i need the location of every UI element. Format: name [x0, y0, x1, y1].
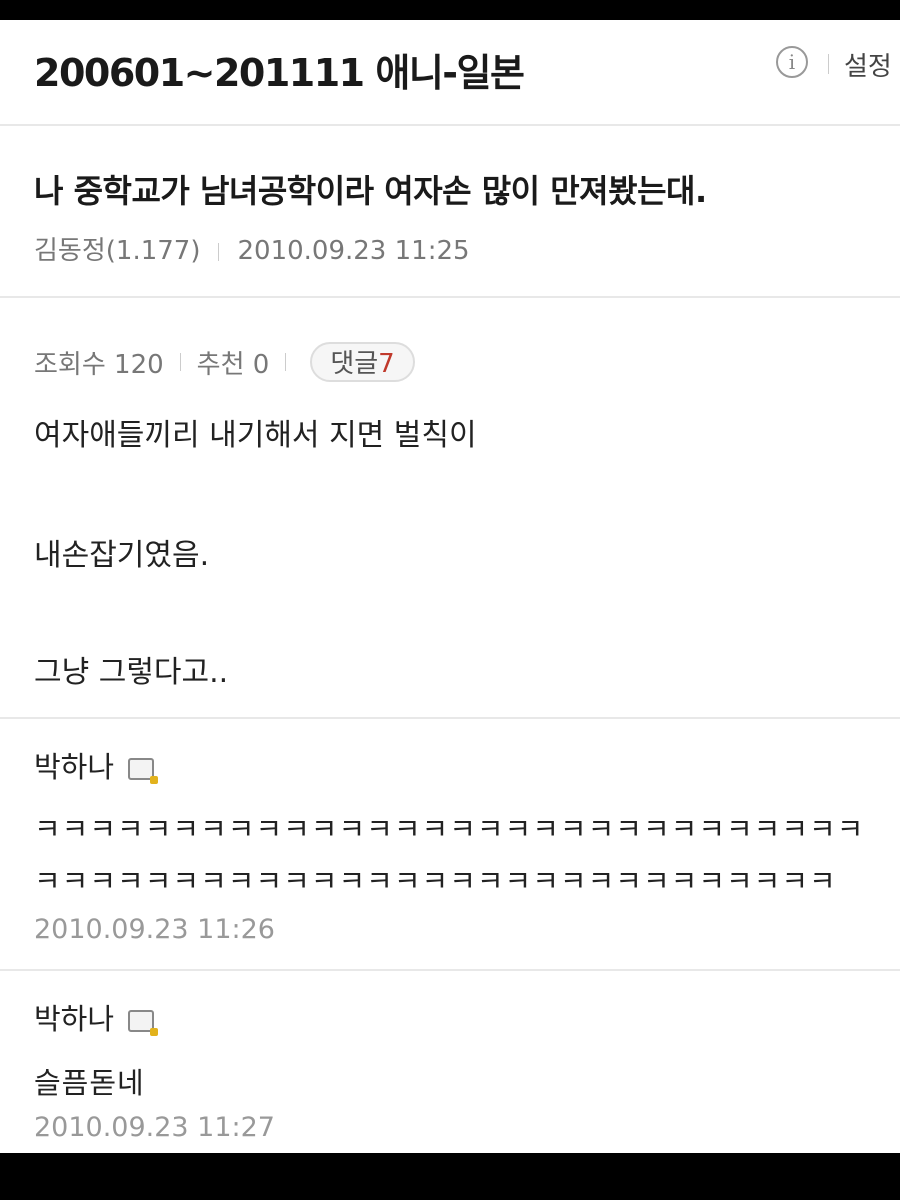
post-stats: 조회수 120 추천 0 댓글7 — [34, 342, 415, 382]
top-black-bar — [0, 0, 900, 20]
post-body-line: 여자애들끼리 내기해서 지면 벌칙이 — [34, 418, 477, 453]
comment-datetime: 2010.09.23 11:27 — [34, 1112, 275, 1143]
post-author[interactable]: 김동정(1.177) — [34, 236, 200, 266]
comment-text: ㅋㅋㅋㅋㅋㅋㅋㅋㅋㅋㅋㅋㅋㅋㅋㅋㅋㅋㅋㅋㅋㅋㅋㅋㅋㅋㅋㅋㅋㅋ — [34, 812, 865, 846]
post-page: 200601~201111 애니-일본 i 설정 나 중학교가 남녀공학이라 여… — [0, 20, 900, 1153]
board-title[interactable]: 200601~201111 애니-일본 — [34, 42, 525, 97]
comment-divider — [0, 969, 900, 971]
post-meta: 김동정(1.177) 2010.09.23 11:25 — [34, 230, 470, 267]
post-body-line: 그냥 그렇다고.. — [34, 655, 229, 690]
body-divider — [0, 717, 900, 719]
comment-text: 슬픔돋네 — [34, 1066, 145, 1100]
memo-icon[interactable] — [128, 1010, 159, 1036]
settings-button[interactable]: 설정 — [844, 46, 892, 83]
comments-count: 7 — [378, 349, 395, 379]
view-count: 조회수 120 — [34, 349, 164, 380]
memo-icon[interactable] — [128, 758, 159, 784]
info-icon[interactable]: i — [776, 46, 808, 78]
post-title: 나 중학교가 남녀공학이라 여자손 많이 만져봤는대. — [34, 172, 707, 210]
like-count: 추천 0 — [196, 349, 270, 380]
comments-label: 댓글 — [330, 349, 379, 379]
header-divider — [0, 124, 900, 126]
post-body-line: 내손잡기였음. — [34, 538, 210, 573]
stats-separator — [285, 353, 287, 371]
meta-separator — [218, 242, 220, 261]
header-separator — [828, 54, 829, 74]
comment-author-row: 박하나 — [34, 996, 159, 1038]
post-datetime: 2010.09.23 11:25 — [237, 236, 470, 266]
comment-author-row: 박하나 — [34, 744, 159, 786]
title-divider — [0, 296, 900, 298]
comments-button[interactable]: 댓글7 — [310, 342, 415, 382]
board-header: 200601~201111 애니-일본 i 설정 — [0, 20, 900, 124]
comment-datetime: 2010.09.23 11:26 — [34, 914, 275, 945]
comment-author[interactable]: 박하나 — [34, 750, 114, 784]
comment-author[interactable]: 박하나 — [34, 1002, 114, 1036]
stats-separator — [179, 353, 181, 371]
bottom-black-bar — [0, 1153, 900, 1200]
comment-text: ㅋㅋㅋㅋㅋㅋㅋㅋㅋㅋㅋㅋㅋㅋㅋㅋㅋㅋㅋㅋㅋㅋㅋㅋㅋㅋㅋㅋㅋ — [34, 864, 837, 898]
